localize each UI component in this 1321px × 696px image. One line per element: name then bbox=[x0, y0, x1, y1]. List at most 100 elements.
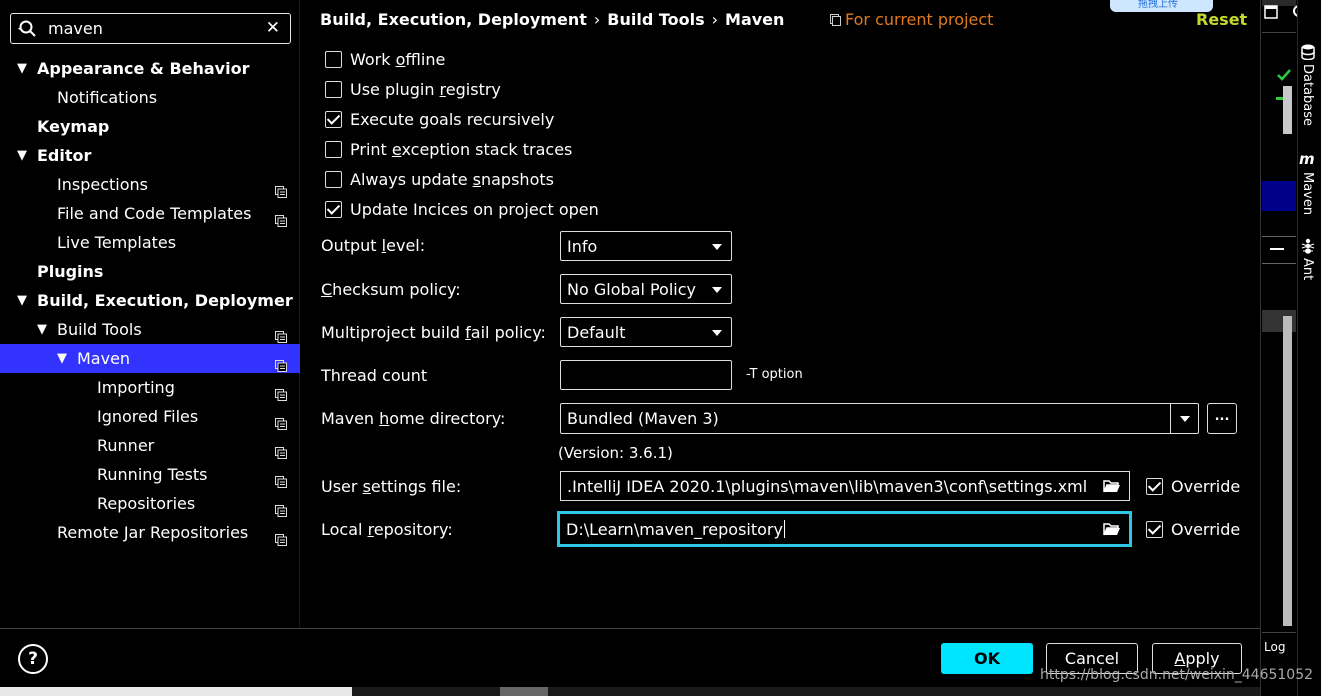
local-repository-field[interactable]: D:\Learn\maven_repository bbox=[557, 511, 1132, 547]
user-settings-override[interactable]: Override bbox=[1146, 475, 1240, 497]
tree-item-label: Keymap bbox=[37, 117, 110, 136]
watermark-text: https://blog.csdn.net/weixin_44651052 bbox=[1040, 667, 1314, 683]
tree-item[interactable]: Keymap bbox=[0, 112, 300, 141]
option-checkbox-row[interactable]: Print exception stack traces bbox=[325, 138, 572, 160]
chevron-down-icon bbox=[712, 287, 722, 293]
settings-search-box[interactable]: maven ✕ bbox=[10, 13, 291, 44]
tree-item[interactable]: Importing bbox=[0, 373, 300, 402]
expand-arrow-icon[interactable]: ▼ bbox=[17, 54, 27, 83]
option-checkbox[interactable] bbox=[325, 170, 342, 188]
tree-item[interactable]: ▼ Maven bbox=[0, 344, 300, 373]
expand-arrow-icon[interactable]: ▼ bbox=[17, 286, 27, 315]
option-checkbox-label: Always update snapshots bbox=[350, 169, 554, 189]
tree-item[interactable]: Inspections bbox=[0, 170, 300, 199]
maven-home-select[interactable]: Bundled (Maven 3) bbox=[560, 403, 1199, 434]
tree-item[interactable]: ▼ Build, Execution, Deploymer bbox=[0, 286, 300, 315]
tree-item-label: Build, Execution, Deploymer bbox=[37, 291, 293, 310]
checksum-policy-select[interactable]: No Global Policy bbox=[560, 274, 732, 304]
option-checkbox-row[interactable]: Update Incices on project open bbox=[325, 198, 599, 220]
ide-collapse-bar[interactable] bbox=[1262, 236, 1296, 264]
tree-item-label: Maven bbox=[77, 349, 131, 368]
option-checkbox-label: Use plugin registry bbox=[350, 79, 501, 99]
option-checkbox-row[interactable]: Execute goals recursively bbox=[325, 108, 554, 130]
database-tool-tab[interactable]: Database bbox=[1300, 64, 1315, 126]
ant-icon[interactable] bbox=[1301, 238, 1315, 254]
option-checkbox-row[interactable]: Work offline bbox=[325, 48, 445, 70]
checksum-policy-label: Checksum policy: bbox=[321, 280, 461, 299]
expand-arrow-icon[interactable]: ▼ bbox=[57, 344, 67, 373]
thread-count-label: Thread count bbox=[321, 366, 428, 385]
option-checkbox[interactable] bbox=[325, 110, 342, 128]
tree-item[interactable]: ▼ Build Tools bbox=[0, 315, 300, 344]
tree-item[interactable]: ▼ Appearance & Behavior bbox=[0, 54, 300, 83]
project-scope-icon bbox=[275, 526, 287, 546]
minus-icon[interactable] bbox=[1270, 248, 1284, 250]
tree-item[interactable]: Live Templates bbox=[0, 228, 300, 257]
project-scope-icon bbox=[275, 439, 287, 459]
thread-count-input[interactable] bbox=[560, 360, 732, 390]
tree-item[interactable]: Notifications bbox=[0, 83, 300, 112]
project-scope-icon bbox=[275, 323, 287, 343]
tree-item[interactable]: Runner bbox=[0, 431, 300, 460]
status-bar-segment bbox=[500, 687, 548, 696]
reset-link[interactable]: Reset bbox=[1196, 10, 1247, 29]
option-checkbox[interactable] bbox=[325, 50, 342, 68]
option-checkbox-row[interactable]: Always update snapshots bbox=[325, 168, 554, 190]
option-checkbox-label: Update Incices on project open bbox=[350, 199, 599, 219]
tree-item[interactable]: ▼ Editor bbox=[0, 141, 300, 170]
dialog-footer-divider bbox=[0, 628, 1260, 629]
ide-scrollbar-thumb-lower[interactable] bbox=[1283, 316, 1292, 626]
help-button[interactable]: ? bbox=[18, 644, 48, 674]
expand-arrow-icon[interactable]: ▼ bbox=[37, 315, 47, 344]
maven-tool-tab[interactable]: Maven bbox=[1300, 172, 1315, 215]
tree-item[interactable]: Ignored Files bbox=[0, 402, 300, 431]
clear-search-icon[interactable]: ✕ bbox=[266, 18, 280, 38]
tree-item[interactable]: Remote Jar Repositories bbox=[0, 518, 300, 547]
output-level-select[interactable]: Info bbox=[560, 231, 732, 261]
tree-item-label: Appearance & Behavior bbox=[37, 59, 250, 78]
option-checkbox[interactable] bbox=[325, 80, 342, 98]
tree-item[interactable]: Repositories bbox=[0, 489, 300, 518]
project-scope-icon bbox=[275, 381, 287, 401]
folder-open-icon[interactable] bbox=[1103, 479, 1121, 494]
ide-selected-line bbox=[1262, 181, 1296, 211]
database-icon[interactable] bbox=[1301, 44, 1315, 60]
search-input[interactable]: maven bbox=[48, 19, 103, 38]
folder-open-icon[interactable] bbox=[1103, 522, 1121, 537]
output-level-value: Info bbox=[567, 237, 598, 256]
tree-item-label: Running Tests bbox=[97, 465, 208, 484]
multiproject-fail-policy-value: Default bbox=[567, 323, 626, 342]
local-repository-override[interactable]: Override bbox=[1146, 518, 1240, 540]
log-tab[interactable]: Log bbox=[1264, 640, 1285, 654]
settings-tree: ▼ Appearance & Behavior Notifications Keyma… bbox=[0, 54, 300, 547]
tree-item[interactable]: Plugins bbox=[0, 257, 300, 286]
chevron-down-icon bbox=[712, 330, 722, 336]
option-checkbox[interactable] bbox=[325, 140, 342, 158]
local-repository-override-label: Override bbox=[1171, 519, 1241, 539]
maven-home-browse-button[interactable]: ... bbox=[1207, 403, 1237, 434]
maven-icon[interactable]: m bbox=[1299, 150, 1315, 168]
window-icon[interactable] bbox=[1264, 5, 1278, 19]
ok-button[interactable]: OK bbox=[941, 643, 1033, 674]
ant-tool-tab[interactable]: Ant bbox=[1300, 258, 1315, 280]
breadcrumb-build-tools[interactable]: Build Tools bbox=[607, 10, 704, 29]
breadcrumb-build-execution[interactable]: Build, Execution, Deployment bbox=[320, 10, 587, 29]
option-checkbox-row[interactable]: Use plugin registry bbox=[325, 78, 501, 100]
option-checkbox[interactable] bbox=[325, 200, 342, 218]
user-settings-override-checkbox[interactable] bbox=[1146, 477, 1163, 495]
tree-item[interactable]: Running Tests bbox=[0, 460, 300, 489]
user-settings-input[interactable]: .IntelliJ IDEA 2020.1\plugins\maven\lib\… bbox=[567, 477, 1087, 496]
local-repository-override-checkbox[interactable] bbox=[1146, 520, 1163, 538]
multiproject-fail-policy-select[interactable]: Default bbox=[560, 317, 732, 347]
tree-item-label: Inspections bbox=[57, 175, 148, 194]
user-settings-field[interactable]: .IntelliJ IDEA 2020.1\plugins\maven\lib\… bbox=[560, 471, 1130, 501]
thread-count-hint: -T option bbox=[746, 367, 803, 382]
local-repository-input[interactable]: D:\Learn\maven_repository bbox=[566, 520, 785, 539]
expand-arrow-icon[interactable]: ▼ bbox=[17, 141, 27, 170]
project-scope-icon bbox=[275, 178, 287, 198]
upload-overlay-tag[interactable]: 拖拽上传 bbox=[1110, 0, 1213, 12]
chevron-down-icon bbox=[1180, 416, 1190, 422]
tree-item[interactable]: File and Code Templates bbox=[0, 199, 300, 228]
local-repository-label: Local repository: bbox=[321, 520, 453, 539]
ide-scrollbar-thumb[interactable] bbox=[1283, 86, 1292, 134]
